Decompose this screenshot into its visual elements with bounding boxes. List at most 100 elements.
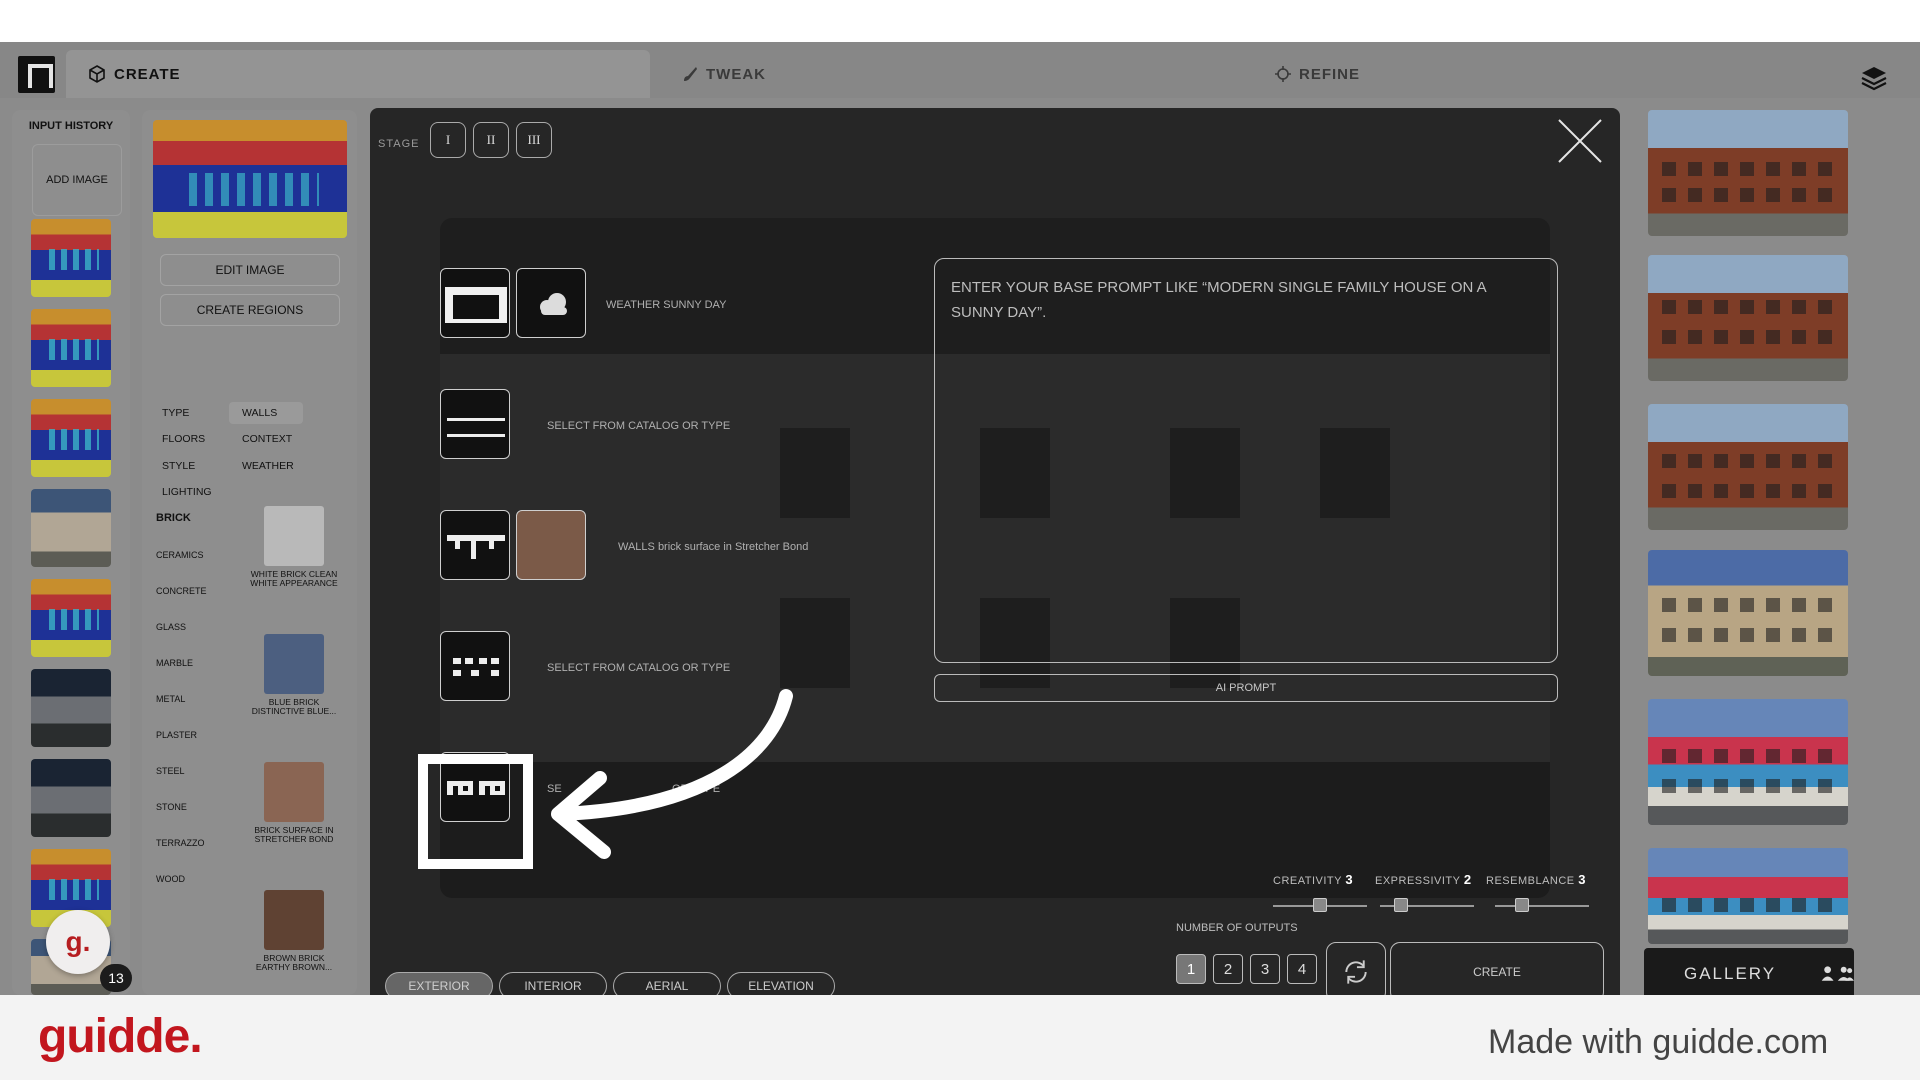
brick-swatch-tile[interactable]: [516, 510, 586, 580]
users-icon: [1821, 966, 1854, 981]
output-count-2-button[interactable]: 2: [1213, 954, 1243, 984]
type-icon[interactable]: [440, 268, 510, 338]
material-glass[interactable]: GLASS: [156, 622, 186, 632]
expressivity-text: EXPRESSIVITY: [1375, 875, 1461, 887]
stage-2-button[interactable]: II: [473, 122, 509, 158]
view-aerial-button[interactable]: AERIAL: [613, 972, 721, 995]
notification-count-badge: 13: [100, 964, 132, 992]
expressivity-slider-knob[interactable]: [1394, 898, 1408, 912]
gallery-thumbnail[interactable]: [1648, 550, 1848, 676]
category-walls[interactable]: WALLS: [242, 407, 277, 419]
layers-icon[interactable]: [1860, 64, 1888, 92]
creativity-slider[interactable]: [1273, 898, 1367, 912]
history-thumbnail[interactable]: [31, 759, 111, 837]
app-logo[interactable]: [18, 56, 55, 93]
history-thumbnail[interactable]: [31, 669, 111, 747]
gallery-thumbnail[interactable]: [1648, 110, 1848, 236]
history-thumbnail[interactable]: [31, 309, 111, 387]
tab-refine[interactable]: REFINE: [1250, 50, 1830, 98]
tab-create[interactable]: CREATE: [66, 50, 650, 98]
add-image-button[interactable]: ADD IMAGE: [32, 144, 122, 216]
category-type[interactable]: TYPE: [162, 407, 189, 419]
walls-icon-tile[interactable]: [440, 510, 510, 580]
house-shape-icon: [445, 287, 507, 323]
guidde-avatar[interactable]: g.: [46, 910, 110, 974]
crosshair-icon: [1275, 66, 1291, 82]
expressivity-value: 2: [1463, 872, 1472, 887]
material-wood[interactable]: WOOD: [156, 874, 185, 884]
walls-icon: [447, 535, 505, 559]
material-marble[interactable]: MARBLE: [156, 658, 193, 668]
weather-row-text: WEATHER SUNNY DAY: [606, 299, 727, 311]
tab-tweak[interactable]: TWEAK: [660, 50, 1240, 98]
view-interior-button[interactable]: INTERIOR: [499, 972, 607, 995]
category-weather[interactable]: WEATHER: [242, 460, 294, 472]
edit-image-button[interactable]: EDIT IMAGE: [160, 254, 340, 286]
tutorial-highlight-box: [418, 754, 533, 869]
tutorial-arrow-icon: [551, 689, 793, 859]
category-floors[interactable]: FLOORS: [162, 433, 205, 445]
create-button[interactable]: CREATE: [1390, 942, 1604, 995]
guidde-logo: guidde.: [38, 1010, 203, 1063]
category-context[interactable]: CONTEXT: [242, 433, 292, 445]
swatch-white-brick[interactable]: [264, 506, 324, 566]
material-brick[interactable]: BRICK: [156, 512, 191, 524]
resemblance-slider[interactable]: [1495, 898, 1589, 912]
base-prompt-textarea[interactable]: ENTER YOUR BASE PROMPT LIKE “MODERN SING…: [934, 258, 1558, 663]
swatch-caption-line: DISTINCTIVE BLUE...: [251, 706, 337, 716]
swatch-white-brick-caption: WHITE BRICK CLEAN WHITE APPEARANCE: [236, 570, 352, 588]
gallery-button[interactable]: GALLERY: [1644, 948, 1854, 995]
output-count-3-button[interactable]: 3: [1250, 954, 1280, 984]
expressivity-slider[interactable]: [1380, 898, 1474, 912]
output-count-4-button[interactable]: 4: [1287, 954, 1317, 984]
gallery-label: GALLERY: [1684, 964, 1777, 983]
creativity-slider-knob[interactable]: [1313, 898, 1327, 912]
tab-create-label: CREATE: [114, 65, 181, 83]
floors-icon-tile[interactable]: [440, 389, 510, 459]
windows-icon-tile[interactable]: [440, 631, 510, 701]
windows-row-text: SELECT FROM CATALOG OR TYPE: [547, 662, 731, 674]
stage-1-button[interactable]: I: [430, 122, 466, 158]
history-thumbnail[interactable]: [31, 219, 111, 297]
history-thumbnail[interactable]: [31, 579, 111, 657]
guidde-footer: guidde. Made with guidde.com: [0, 995, 1920, 1080]
swatch-brown-brick[interactable]: [264, 890, 324, 950]
swatch-blue-brick[interactable]: [264, 634, 324, 694]
material-concrete[interactable]: CONCRETE: [156, 586, 207, 596]
creativity-text: CREATIVITY: [1273, 875, 1342, 887]
swatch-caption-line: EARTHY BROWN...: [255, 962, 333, 972]
gallery-thumbnail[interactable]: [1648, 255, 1848, 381]
resemblance-text: RESEMBLANCE: [1486, 875, 1575, 887]
top-band: [0, 0, 1920, 42]
refresh-icon[interactable]: [1326, 942, 1386, 995]
stage-3-button[interactable]: III: [516, 122, 552, 158]
material-steel[interactable]: STEEL: [156, 766, 185, 776]
expressivity-label: EXPRESSIVITY 2: [1375, 872, 1472, 887]
gallery-thumbnail[interactable]: [1648, 404, 1848, 530]
ai-prompt-button[interactable]: AI PROMPT: [934, 674, 1558, 702]
material-metal[interactable]: METAL: [156, 694, 185, 704]
weather-cloud-tile[interactable]: [516, 268, 586, 338]
number-of-outputs-label: NUMBER OF OUTPUTS: [1176, 922, 1298, 934]
view-exterior-button[interactable]: EXTERIOR: [385, 972, 493, 995]
category-style[interactable]: STYLE: [162, 460, 195, 472]
history-thumbnail[interactable]: [31, 399, 111, 477]
gallery-thumbnail[interactable]: [1648, 699, 1848, 825]
resemblance-slider-knob[interactable]: [1515, 898, 1529, 912]
output-count-1-button[interactable]: 1: [1176, 954, 1206, 984]
swatch-stretcher-bond[interactable]: [264, 762, 324, 822]
brush-icon: [684, 67, 697, 81]
create-regions-button[interactable]: CREATE REGIONS: [160, 294, 340, 326]
material-ceramics[interactable]: CERAMICS: [156, 550, 204, 560]
app-window: CREATE TWEAK REFINE INPUT HISTORY ADD IM…: [0, 42, 1920, 995]
category-lighting[interactable]: LIGHTING: [162, 486, 212, 498]
close-icon[interactable]: [1557, 118, 1603, 164]
gallery-thumbnail[interactable]: [1648, 848, 1848, 944]
view-elevation-button[interactable]: ELEVATION: [727, 972, 835, 995]
history-thumbnail[interactable]: [31, 489, 111, 567]
material-stone[interactable]: STONE: [156, 802, 187, 812]
material-plaster[interactable]: PLASTER: [156, 730, 197, 740]
material-terrazzo[interactable]: TERRAZZO: [156, 838, 205, 848]
resemblance-label: RESEMBLANCE 3: [1486, 872, 1586, 887]
tab-refine-label: REFINE: [1299, 65, 1361, 83]
